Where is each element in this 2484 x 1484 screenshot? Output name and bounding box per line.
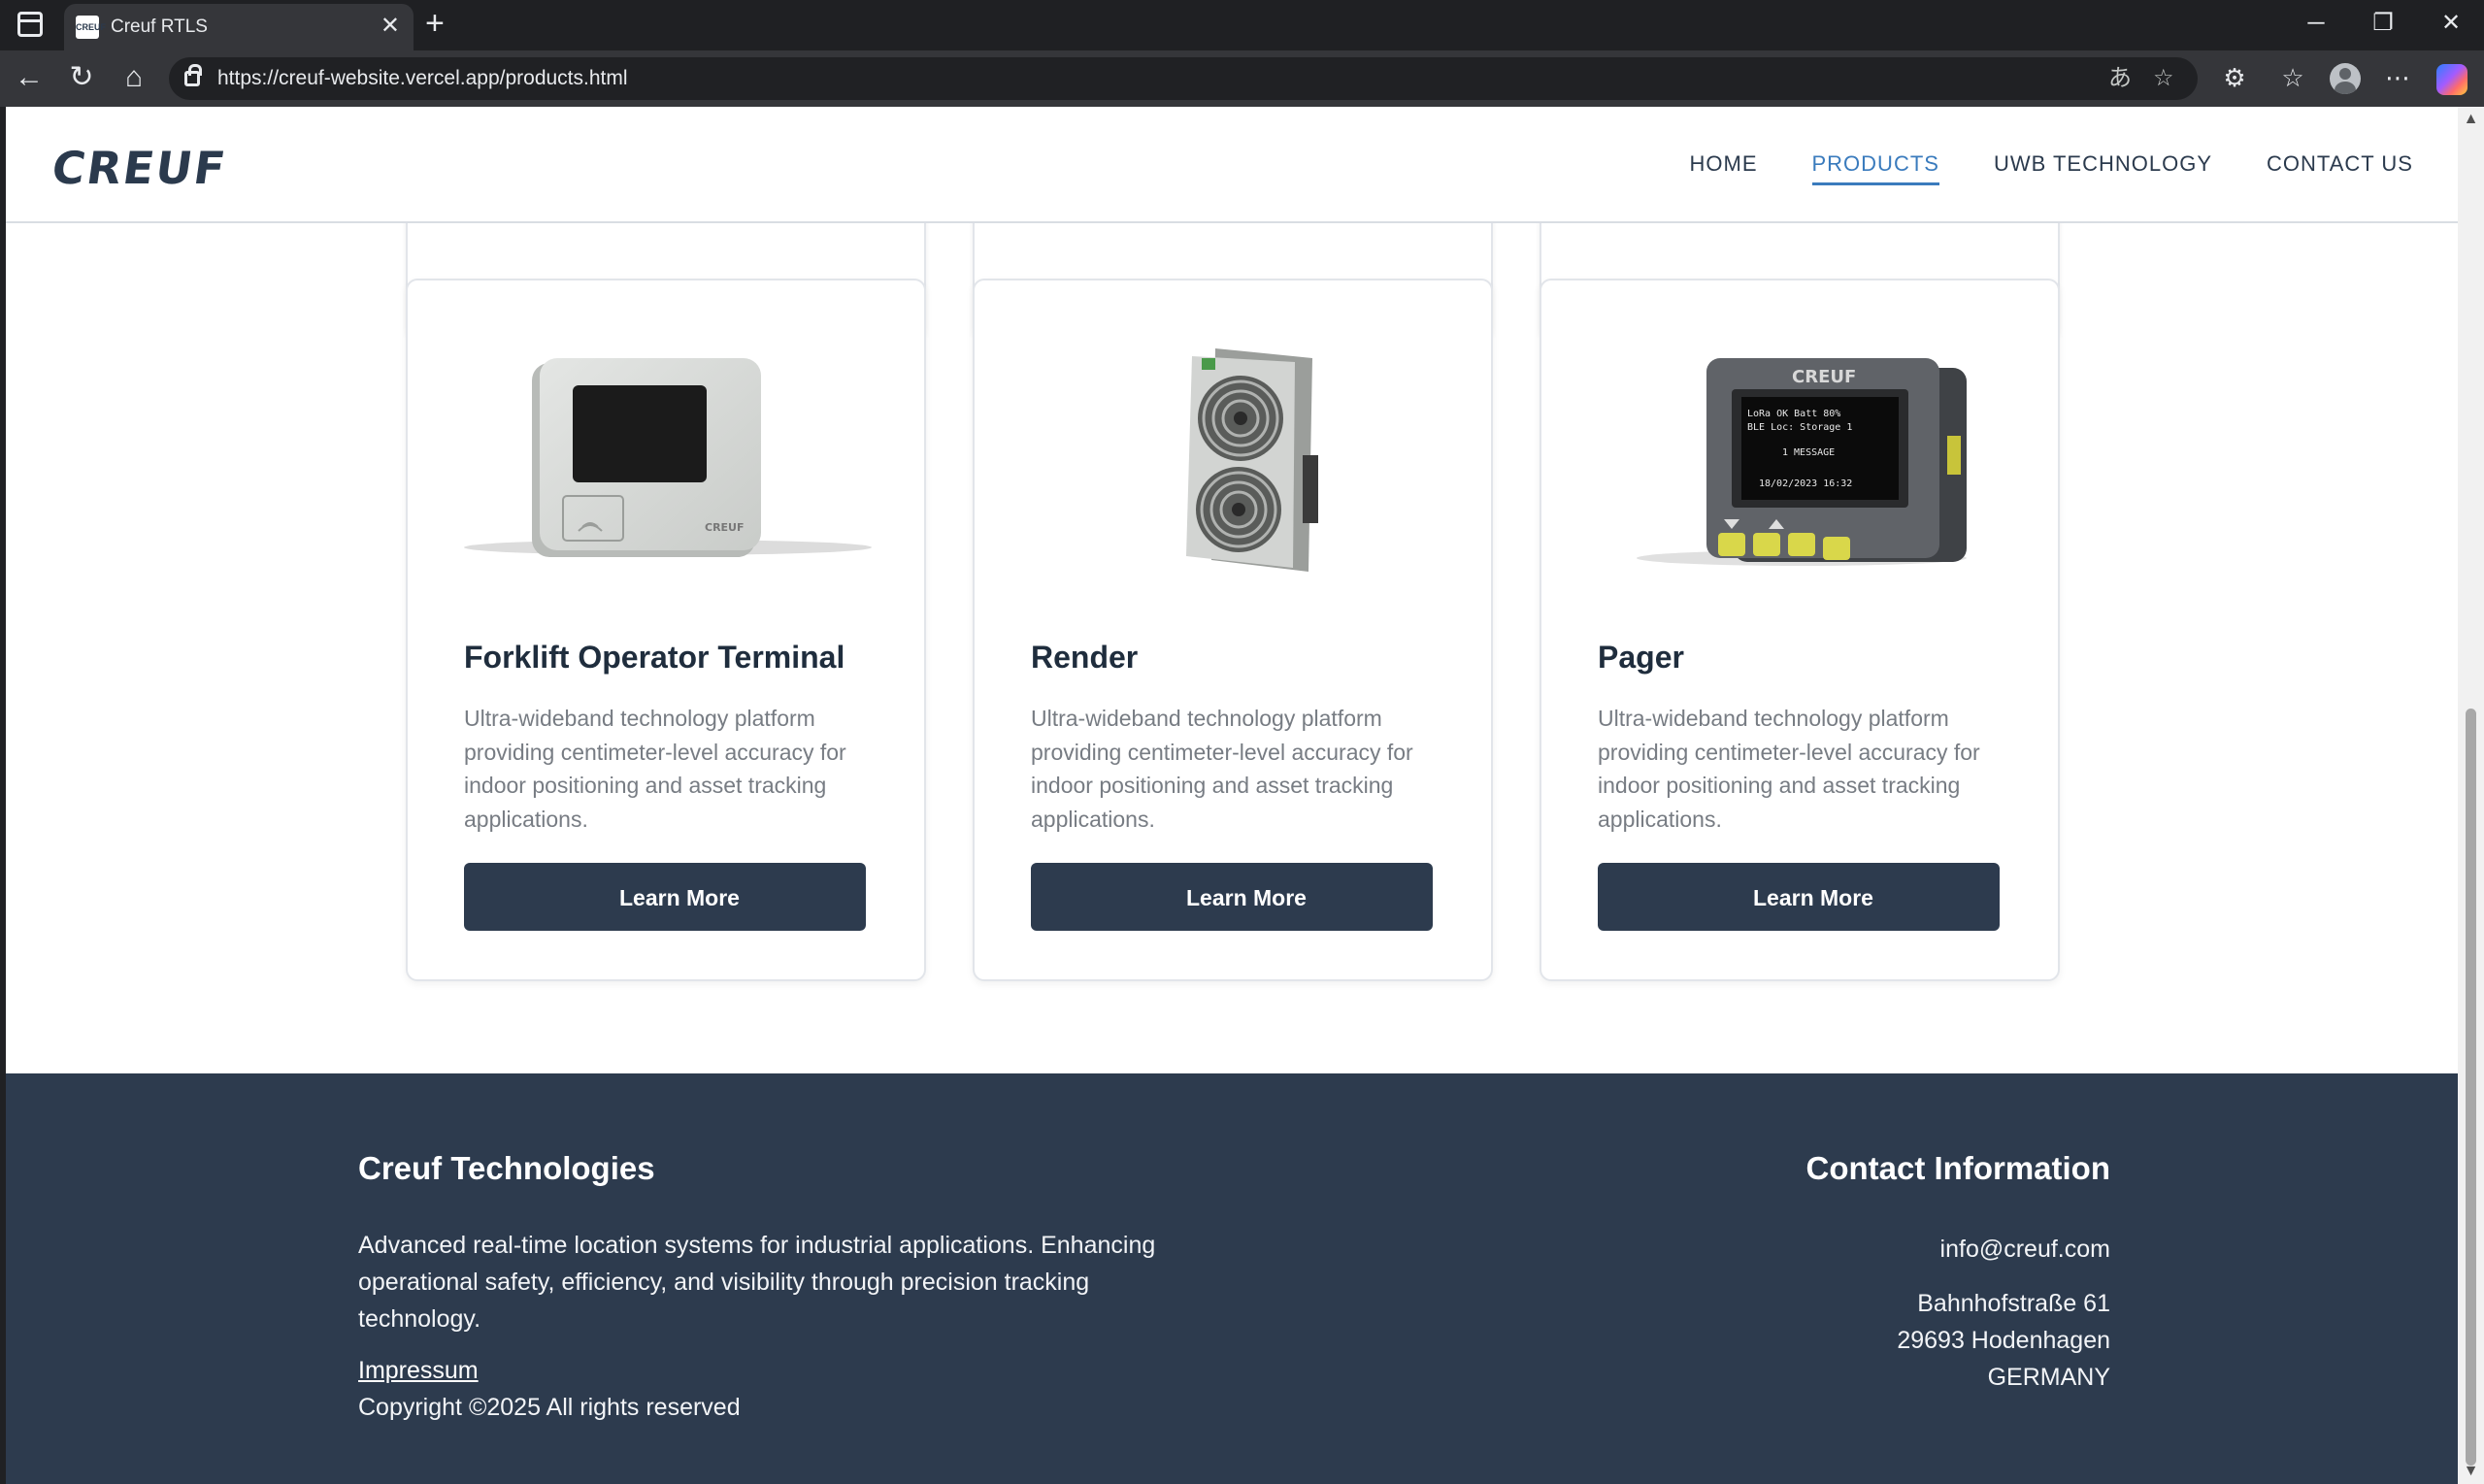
url-text[interactable]: https://creuf-website.vercel.app/product… xyxy=(217,67,628,90)
footer-description: Advanced real-time location systems for … xyxy=(358,1232,1156,1333)
profile-avatar[interactable] xyxy=(2330,63,2361,94)
product-title: Forklift Operator Terminal xyxy=(464,640,845,675)
browser-toolbar: ← ↻ ⌂ https://creuf-website.vercel.app/p… xyxy=(0,50,2484,107)
contact-info-title: Contact Information xyxy=(1805,1150,2110,1186)
lock-icon[interactable] xyxy=(184,64,202,86)
favorite-star-icon[interactable]: ☆ xyxy=(2153,63,2174,94)
svg-text:18/02/2023 16:32: 18/02/2023 16:32 xyxy=(1759,478,1852,489)
copilot-icon[interactable] xyxy=(2436,64,2467,95)
nav-products[interactable]: PRODUCTS xyxy=(1811,149,1939,185)
impressum-link[interactable]: Impressum xyxy=(358,1355,479,1386)
pager-device-image: CREUF LoRa OK Batt 80% BLE Loc: Storage … xyxy=(1637,358,1967,566)
forklift-terminal-image: CREUF xyxy=(464,358,872,557)
product-title: Render xyxy=(1031,640,1139,675)
scroll-up-icon[interactable]: ▲ xyxy=(2458,111,2484,128)
restore-icon[interactable]: ❐ xyxy=(2364,8,2402,39)
minimize-icon[interactable]: ─ xyxy=(2297,8,2335,39)
device-logo-text: CREUF xyxy=(705,521,745,534)
close-window-icon[interactable]: ✕ xyxy=(2432,8,2470,39)
page-scrollbar[interactable]: ▲ ▼ xyxy=(2458,107,2484,1484)
address-city: 29693 Hodenhagen xyxy=(1897,1327,2110,1354)
more-menu-icon[interactable]: ⋯ xyxy=(2378,60,2417,95)
learn-more-button[interactable]: Learn More xyxy=(464,863,866,931)
favicon-icon: CREUF xyxy=(76,16,106,39)
footer-copyright: Copyright ©2025 All rights reserved xyxy=(358,1394,741,1421)
svg-text:LoRa OK Batt 80%: LoRa OK Batt 80% xyxy=(1747,409,1840,419)
product-title: Pager xyxy=(1598,640,1684,675)
svg-text:BLE Loc: Storage 1: BLE Loc: Storage 1 xyxy=(1747,422,1852,433)
product-card-forklift-terminal: CREUF Forklift Operator Terminal Ultra-w… xyxy=(406,279,926,981)
learn-more-button[interactable]: Learn More xyxy=(1031,863,1433,931)
learn-more-button[interactable]: Learn More xyxy=(1598,863,2000,931)
close-tab-icon[interactable]: ✕ xyxy=(381,14,400,39)
main-nav: HOME PRODUCTS UWB TECHNOLOGY CONTACT US xyxy=(1690,149,2414,185)
product-description: Ultra-wideband technology platform provi… xyxy=(1031,706,1413,832)
address-street: Bahnhofstraße 61 xyxy=(1917,1290,2110,1317)
reload-icon[interactable]: ↻ xyxy=(62,60,101,95)
site-footer: Creuf Technologies Advanced real-time lo… xyxy=(6,1073,2458,1484)
extensions-icon[interactable]: ⚙ xyxy=(2215,60,2254,95)
render-device-image xyxy=(1186,348,1318,572)
browser-tab-bar: CREUF Creuf RTLS ✕ + ─ ❐ ✕ xyxy=(0,0,2484,50)
sidebar-toggle-icon[interactable] xyxy=(17,12,43,37)
home-icon[interactable]: ⌂ xyxy=(115,60,153,95)
product-card-pager: CREUF LoRa OK Batt 80% BLE Loc: Storage … xyxy=(1540,279,2060,981)
address-bar[interactable]: https://creuf-website.vercel.app/product… xyxy=(169,57,2198,100)
nav-uwb-technology[interactable]: UWB TECHNOLOGY xyxy=(1994,149,2212,185)
svg-text:1 MESSAGE: 1 MESSAGE xyxy=(1782,447,1835,458)
creuf-logo[interactable]: CREUF xyxy=(49,142,230,194)
scroll-thumb[interactable] xyxy=(2466,709,2476,1466)
back-icon[interactable]: ← xyxy=(10,60,49,95)
product-description: Ultra-wideband technology platform provi… xyxy=(1598,706,1980,832)
page-viewport: CREUF HOME PRODUCTS UWB TECHNOLOGY CONTA… xyxy=(6,107,2458,1484)
scroll-down-icon[interactable]: ▼ xyxy=(2458,1463,2484,1480)
translate-icon[interactable]: あ xyxy=(2108,63,2132,94)
footer-company-name: Creuf Technologies xyxy=(358,1150,655,1186)
contact-email[interactable]: info@creuf.com xyxy=(1940,1231,2110,1268)
nav-contact-us[interactable]: CONTACT US xyxy=(2267,149,2413,185)
tab-title: Creuf RTLS xyxy=(111,16,208,37)
new-tab-icon[interactable]: + xyxy=(425,6,445,41)
browser-tab[interactable]: CREUF Creuf RTLS ✕ xyxy=(64,4,414,50)
device-logo-text: CREUF xyxy=(1792,367,1856,387)
nav-home[interactable]: HOME xyxy=(1690,149,1758,185)
address-country: GERMANY xyxy=(1987,1364,2110,1391)
site-header: CREUF HOME PRODUCTS UWB TECHNOLOGY CONTA… xyxy=(6,107,2458,223)
product-description: Ultra-wideband technology platform provi… xyxy=(464,706,846,832)
product-card-render: Render Ultra-wideband technology platfor… xyxy=(973,279,1493,981)
favorites-icon[interactable]: ☆ xyxy=(2273,60,2312,95)
